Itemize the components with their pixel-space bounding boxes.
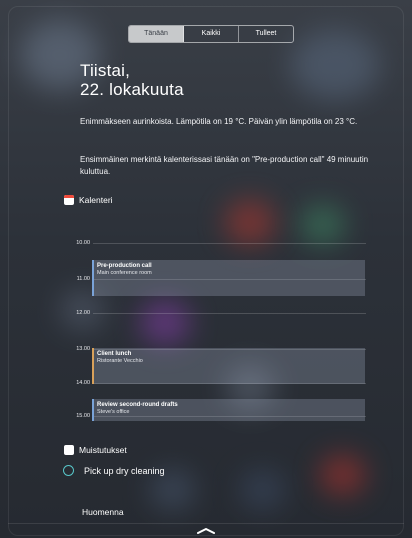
event-location: Steve's office bbox=[97, 409, 130, 415]
chevron-up-icon[interactable] bbox=[197, 528, 215, 534]
tab-all[interactable]: Kaikki bbox=[184, 26, 239, 42]
event-location: Ristorante Vecchio bbox=[97, 358, 143, 364]
calendar-section-title: Kalenteri bbox=[79, 195, 113, 205]
hour-label: 11.00 bbox=[76, 276, 90, 282]
hour-label: 14.00 bbox=[76, 380, 90, 386]
calendar-icon bbox=[64, 195, 74, 205]
reminder-item[interactable]: Pick up dry cleaning bbox=[84, 466, 165, 476]
divider bbox=[8, 523, 404, 524]
calendar-event[interactable]: Pre-production call Main conference room bbox=[92, 260, 365, 296]
weekday-title: Tiistai, bbox=[80, 61, 131, 80]
reminders-icon bbox=[64, 445, 74, 455]
tab-missed[interactable]: Tulleet bbox=[239, 26, 293, 42]
tab-today[interactable]: Tänään bbox=[129, 26, 184, 42]
reminder-checkbox[interactable] bbox=[63, 465, 74, 476]
reminders-section-title: Muistutukset bbox=[79, 445, 127, 455]
hour-line bbox=[93, 313, 366, 314]
hour-label: 13.00 bbox=[76, 346, 90, 352]
event-location: Main conference room bbox=[97, 270, 152, 276]
calendar-event[interactable]: Client lunch Ristorante Vecchio bbox=[92, 348, 365, 384]
date-title: 22. lokakuuta bbox=[80, 80, 184, 99]
weather-summary: Enimmäkseen aurinkoista. Lämpötila on 19… bbox=[80, 117, 358, 126]
tomorrow-section-header: Huomenna bbox=[82, 507, 124, 517]
hour-label: 15.00 bbox=[76, 413, 90, 419]
reminders-section-header[interactable]: Muistutukset bbox=[64, 445, 127, 455]
segmented-control: Tänään Kaikki Tulleet bbox=[128, 25, 294, 43]
hour-label: 10.00 bbox=[76, 240, 90, 246]
hour-label: 12.00 bbox=[76, 310, 90, 316]
hour-line bbox=[93, 243, 366, 244]
calendar-summary: Ensimmäinen merkintä kalenterissasi tänä… bbox=[80, 155, 369, 176]
event-title: Client lunch bbox=[97, 351, 132, 357]
calendar-event[interactable]: Review second-round drafts Steve's offic… bbox=[92, 399, 365, 421]
event-title: Pre-production call bbox=[97, 263, 152, 269]
event-title: Review second-round drafts bbox=[97, 402, 178, 408]
calendar-section-header[interactable]: Kalenteri bbox=[64, 195, 113, 205]
